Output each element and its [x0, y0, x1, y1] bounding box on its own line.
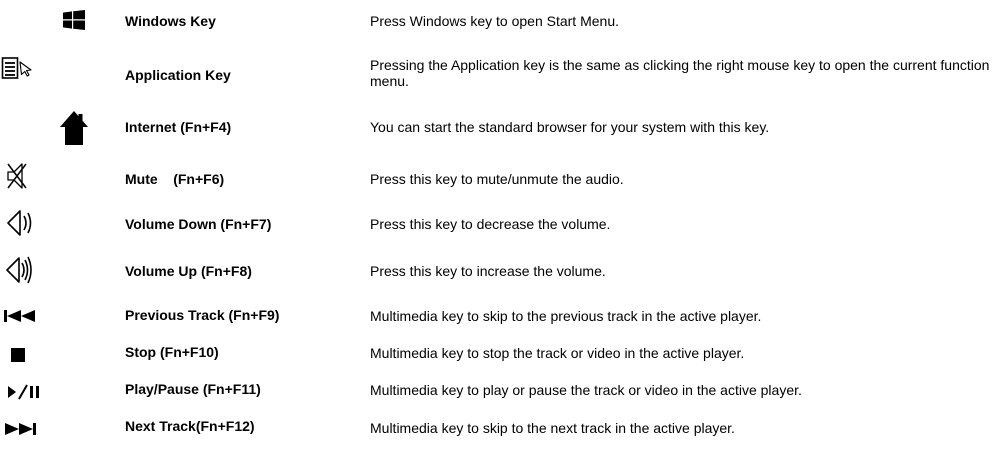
key-row-windows: Windows Key Press Windows key to open St…	[0, 6, 994, 34]
key-description: Multimedia key to skip to the next track…	[370, 420, 735, 436]
next-track-icon	[4, 419, 40, 439]
key-name: Stop (Fn+F10)	[125, 344, 219, 360]
key-description: Press this key to increase the volume.	[370, 263, 606, 279]
key-row-stop: Stop (Fn+F10) Multimedia key to stop the…	[0, 340, 994, 370]
play-pause-icon	[2, 380, 44, 404]
key-description: Multimedia key to skip to the previous t…	[370, 308, 762, 324]
key-name: Mute (Fn+F6)	[125, 171, 225, 187]
key-name: Next Track(Fn+F12)	[125, 418, 255, 434]
key-name: Internet (Fn+F4)	[125, 119, 232, 135]
key-description: You can start the standard browser for y…	[370, 119, 770, 135]
key-description: Multimedia key to stop the track or vide…	[370, 345, 745, 361]
key-name: Volume Up (Fn+F8)	[125, 263, 252, 279]
key-row-next-track: Next Track(Fn+F12) Multimedia key to ski…	[0, 414, 994, 444]
key-name: Windows Key	[125, 13, 216, 29]
key-description: Multimedia key to play or pause the trac…	[370, 382, 802, 398]
application-menu-icon	[0, 54, 36, 82]
key-name: Application Key	[125, 67, 231, 83]
windows-logo-icon	[60, 6, 88, 34]
key-name: Play/Pause (Fn+F11)	[125, 381, 261, 397]
key-description: Press Windows key to open Start Menu.	[370, 13, 619, 29]
key-row-play-pause: Play/Pause (Fn+F11) Multimedia key to pl…	[0, 376, 994, 406]
previous-track-icon	[4, 306, 40, 326]
key-row-volume-up: Volume Up (Fn+F8) Press this key to incr…	[0, 250, 994, 292]
speaker-muted-icon	[0, 160, 36, 192]
key-name: Previous Track (Fn+F9)	[125, 307, 280, 323]
home-icon	[58, 108, 90, 148]
key-row-internet: Internet (Fn+F4) You can start the stand…	[0, 106, 994, 150]
key-description: Pressing the Application key is the same…	[370, 57, 990, 89]
volume-down-icon	[0, 205, 40, 241]
key-description: Press this key to decrease the volume.	[370, 216, 611, 232]
key-description: Press this key to mute/unmute the audio.	[370, 171, 624, 187]
key-row-previous-track: Previous Track (Fn+F9) Multimedia key to…	[0, 302, 994, 332]
key-row-mute: Mute (Fn+F6) Press this key to mute/unmu…	[0, 158, 994, 198]
key-row-volume-down: Volume Down (Fn+F7) Press this key to de…	[0, 204, 994, 244]
key-row-application: Application Key Pressing the Application…	[0, 50, 994, 100]
volume-up-icon	[0, 251, 40, 289]
key-name: Volume Down (Fn+F7)	[125, 216, 272, 232]
stop-icon	[8, 345, 28, 365]
